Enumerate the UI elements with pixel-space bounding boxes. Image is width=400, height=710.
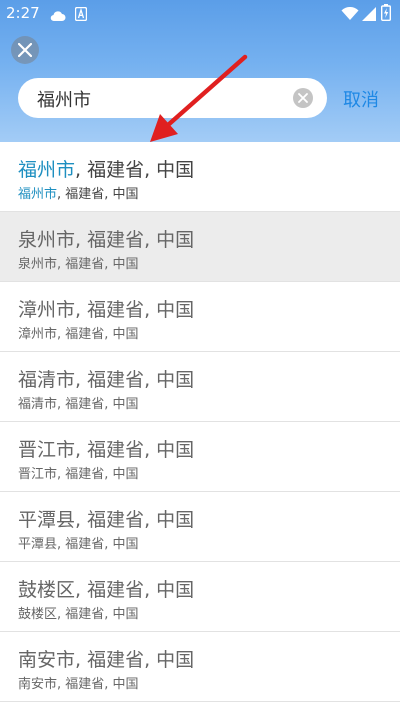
result-item[interactable]: 平潭县, 福建省, 中国 平潭县, 福建省, 中国: [0, 492, 400, 562]
results-list: 福州市, 福建省, 中国 福州市, 福建省, 中国 泉州市, 福建省, 中国 泉…: [0, 142, 400, 702]
status-time: 2:27: [6, 4, 40, 22]
result-item[interactable]: 晋江市, 福建省, 中国 晋江市, 福建省, 中国: [0, 422, 400, 492]
cloud-icon: [50, 7, 66, 26]
cancel-button[interactable]: 取消: [343, 86, 379, 112]
result-item[interactable]: 泉州市, 福建省, 中国 泉州市, 福建省, 中国: [0, 212, 400, 282]
result-item[interactable]: 漳州市, 福建省, 中国 漳州市, 福建省, 中国: [0, 282, 400, 352]
search-input-value: 福州市: [37, 90, 91, 111]
result-subtitle: 晋江市, 福建省, 中国: [18, 467, 139, 482]
result-subtitle-match: 福州市: [18, 187, 58, 202]
close-button[interactable]: [11, 36, 39, 64]
result-subtitle: 泉州市, 福建省, 中国: [18, 257, 139, 272]
result-title-match: 福州市: [18, 159, 76, 181]
result-title: 鼓楼区, 福建省, 中国: [18, 579, 195, 601]
signal-icon: [362, 6, 376, 25]
result-item[interactable]: 鼓楼区, 福建省, 中国 鼓楼区, 福建省, 中国: [0, 562, 400, 632]
clear-icon: [298, 93, 308, 103]
result-subtitle: 福州市, 福建省, 中国: [18, 183, 139, 202]
result-subtitle-rest: , 福建省, 中国: [57, 187, 139, 202]
result-title: 福州市, 福建省, 中国: [18, 155, 194, 182]
search-input[interactable]: 福州市: [18, 78, 327, 118]
result-title: 泉州市, 福建省, 中国: [18, 229, 195, 251]
result-item[interactable]: 南安市, 福建省, 中国 南安市, 福建省, 中国: [0, 632, 400, 702]
result-item[interactable]: 福清市, 福建省, 中国 福清市, 福建省, 中国: [0, 352, 400, 422]
clear-search-button[interactable]: [293, 88, 313, 108]
result-subtitle: 漳州市, 福建省, 中国: [18, 327, 139, 342]
close-icon: [18, 43, 32, 57]
result-item[interactable]: 福州市, 福建省, 中国 福州市, 福建省, 中国: [0, 142, 400, 212]
result-title: 平潭县, 福建省, 中国: [18, 509, 195, 531]
battery-icon: [380, 4, 392, 25]
notification-a-icon: [74, 6, 88, 25]
result-title: 南安市, 福建省, 中国: [18, 649, 195, 671]
result-subtitle: 南安市, 福建省, 中国: [18, 677, 139, 692]
wifi-icon: [341, 6, 359, 25]
result-subtitle: 鼓楼区, 福建省, 中国: [18, 607, 139, 622]
result-title: 漳州市, 福建省, 中国: [18, 299, 195, 321]
result-subtitle: 福清市, 福建省, 中国: [18, 397, 139, 412]
status-bar: 2:27: [0, 0, 400, 28]
result-title: 福清市, 福建省, 中国: [18, 369, 195, 391]
result-title-rest: , 福建省, 中国: [75, 159, 195, 181]
result-title: 晋江市, 福建省, 中国: [18, 439, 195, 461]
result-subtitle: 平潭县, 福建省, 中国: [18, 537, 139, 552]
